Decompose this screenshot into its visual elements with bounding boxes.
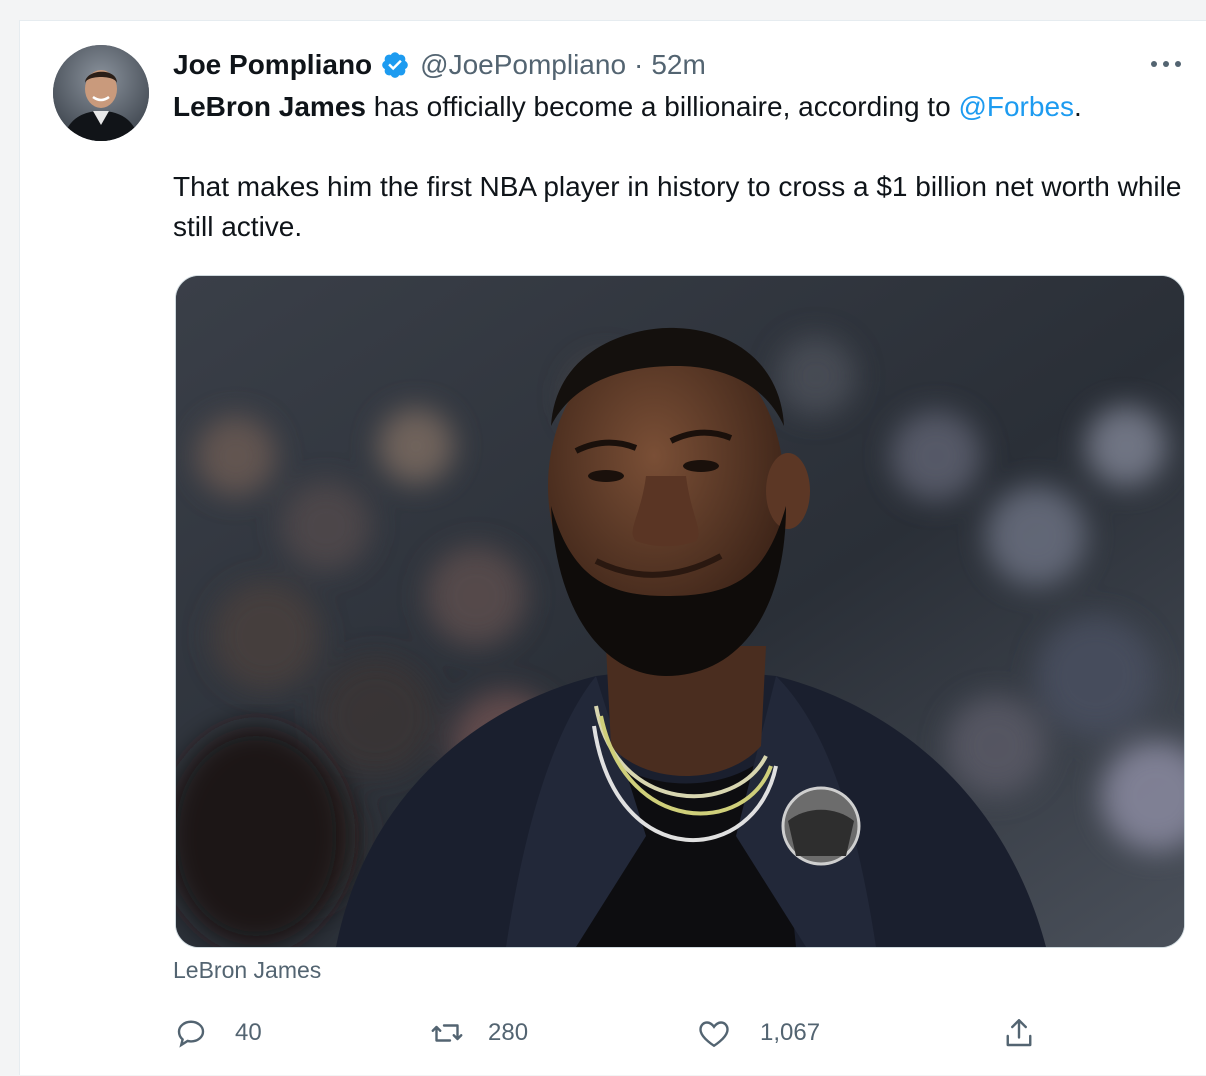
author-name[interactable]: Joe Pompliano	[173, 49, 372, 81]
tweet-text: LeBron James has officially become a bil…	[173, 87, 1193, 247]
share-button[interactable]	[1001, 1013, 1037, 1053]
more-options-button[interactable]	[1148, 51, 1184, 77]
reply-count: 40	[235, 1019, 262, 1046]
tweet-paragraph-2: That makes him the first NBA player in h…	[173, 171, 1182, 242]
author-avatar[interactable]	[53, 45, 149, 141]
like-button[interactable]: 1,067	[696, 1013, 820, 1053]
tweet-text-part1: has officially become a billionaire, acc…	[365, 91, 959, 122]
retweet-icon	[431, 1024, 463, 1042]
forbes-mention-link[interactable]: @Forbes	[958, 91, 1074, 122]
media-caption: LeBron James	[173, 957, 322, 983]
share-icon	[1006, 1019, 1032, 1047]
tweet-text-period: .	[1074, 91, 1082, 122]
verified-badge-icon	[380, 50, 410, 80]
tweet-card[interactable]: Joe Pompliano @JoePompliano · 52m LeBron…	[19, 20, 1206, 1075]
reply-button[interactable]: 40	[173, 1013, 262, 1053]
tweet-header: Joe Pompliano @JoePompliano · 52m	[173, 45, 706, 85]
retweet-count: 280	[488, 1019, 529, 1046]
tweet-timestamp[interactable]: 52m	[651, 49, 705, 81]
retweet-button[interactable]: 280	[428, 1013, 528, 1053]
heart-icon	[699, 1021, 729, 1048]
meta-separator: ·	[634, 49, 644, 80]
tweet-media-image[interactable]	[175, 275, 1185, 948]
tweet-paragraph-1: LeBron James has officially become a bil…	[173, 87, 1193, 127]
author-handle[interactable]: @JoePompliano	[420, 49, 626, 81]
like-count: 1,067	[760, 1019, 821, 1046]
more-dots-icon	[1151, 61, 1181, 67]
reply-icon	[177, 1020, 205, 1048]
tweet-action-bar: 40 280 1,067	[173, 1013, 1073, 1053]
tweet-bold-name: LeBron James	[173, 91, 366, 122]
